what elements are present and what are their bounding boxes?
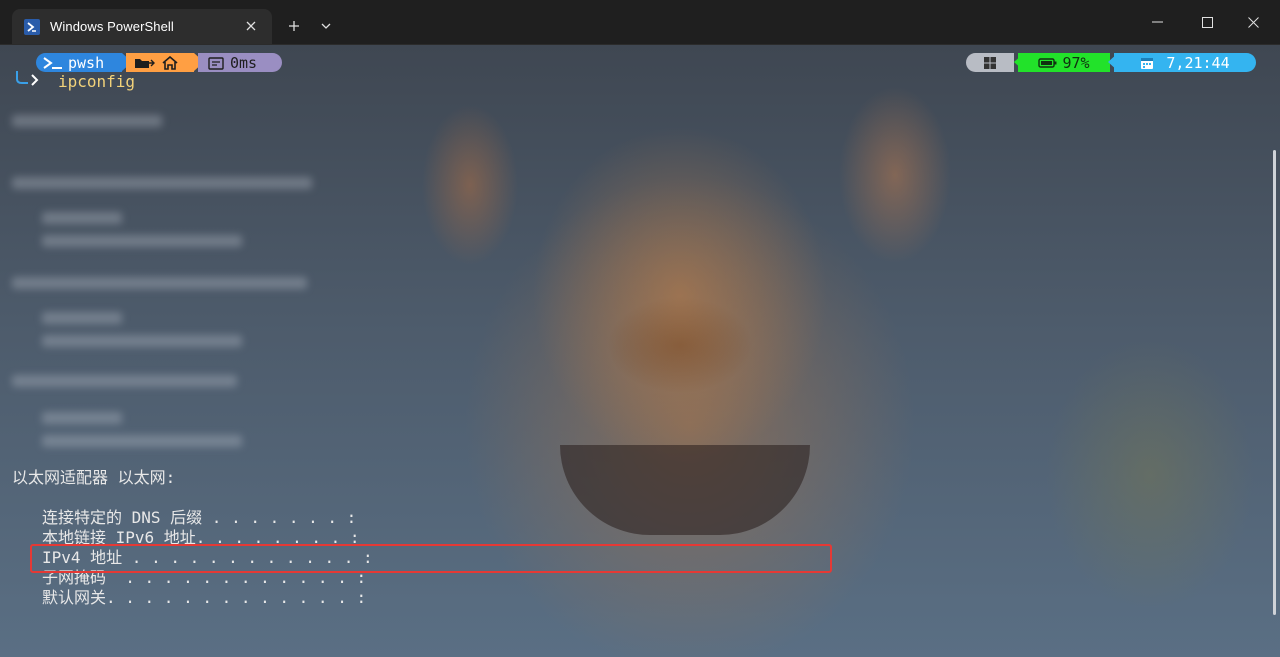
minimize-icon — [1151, 21, 1163, 23]
shell-name: pwsh — [68, 53, 105, 72]
exec-time-segment: 0ms — [198, 53, 282, 72]
maximize-icon — [1201, 16, 1213, 28]
blurred-output — [12, 107, 332, 507]
maximize-button[interactable] — [1184, 8, 1230, 36]
chevron-down-icon — [321, 23, 331, 29]
output-line-dns-suffix: 连接特定的 DNS 后缀 . . . . . . . : — [42, 508, 357, 527]
plus-icon — [289, 21, 299, 31]
adapter-header: 以太网适配器 以太网: — [12, 468, 176, 487]
ipv4-highlight-box — [30, 544, 832, 573]
clock-segment: 7,21:44 — [1114, 53, 1256, 72]
terminal-pane[interactable]: pwsh 0ms 97% 7,21:44 ipconfig 以太网适配器 以太网… — [0, 45, 1280, 657]
powershell-icon — [43, 56, 62, 69]
command-line[interactable]: ipconfig — [14, 70, 135, 92]
close-window-button[interactable] — [1230, 8, 1276, 36]
calendar-icon — [1141, 57, 1154, 69]
command-text: ipconfig — [58, 71, 136, 91]
windows-icon — [984, 56, 996, 69]
title-bar: Windows PowerShell — [0, 0, 1280, 45]
tab-dropdown-button[interactable] — [318, 16, 334, 36]
terminal-scrollbar[interactable] — [1273, 150, 1276, 615]
os-segment — [966, 53, 1014, 72]
home-icon — [162, 55, 178, 70]
prompt-bar: pwsh 0ms 97% 7,21:44 — [0, 53, 1280, 72]
tab-title: Windows PowerShell — [50, 19, 174, 34]
new-tab-button[interactable] — [284, 16, 304, 36]
background-image — [560, 445, 810, 535]
battery-icon — [1038, 57, 1057, 68]
path-segment — [126, 53, 194, 72]
tab-windows-powershell[interactable]: Windows PowerShell — [12, 9, 272, 44]
powershell-icon — [24, 18, 40, 35]
clock-time: 7,21:44 — [1166, 53, 1230, 72]
minimize-button[interactable] — [1134, 8, 1180, 36]
battery-segment: 97% — [1018, 53, 1110, 72]
output-line-gateway: 默认网关. . . . . . . . . . . . . : — [42, 588, 367, 607]
folder-icon — [135, 58, 155, 68]
close-icon — [1247, 16, 1259, 28]
prompt-arrow-icon — [16, 71, 39, 86]
close-icon — [246, 21, 256, 31]
battery-level: 97% — [1062, 53, 1090, 72]
stopwatch-icon — [208, 56, 224, 70]
tab-close-button[interactable] — [242, 17, 260, 35]
exec-time: 0ms — [230, 53, 258, 72]
